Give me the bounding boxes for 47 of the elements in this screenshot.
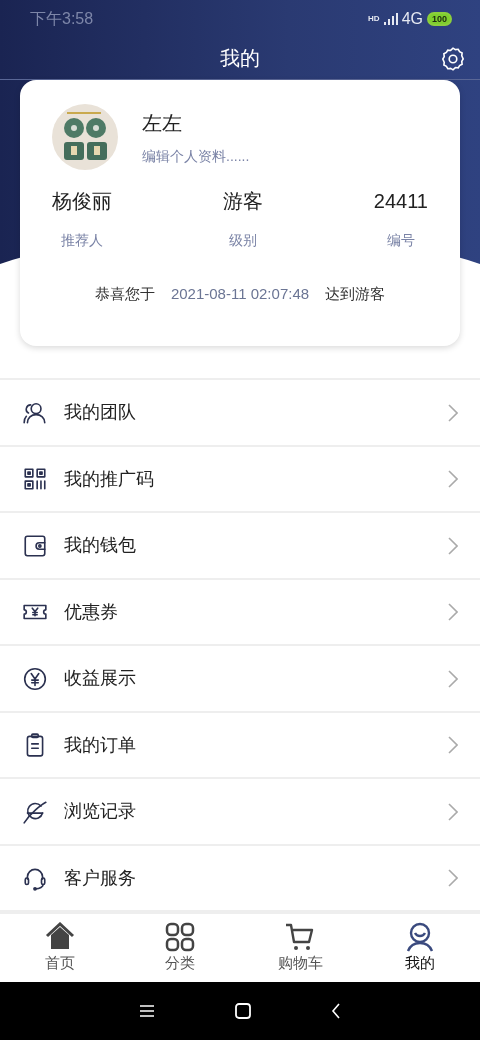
tab-item[interactable]: 我的 bbox=[360, 914, 480, 983]
signal-icon bbox=[383, 12, 398, 25]
chevron-right-icon bbox=[448, 802, 458, 821]
tab-item[interactable]: 购物车 bbox=[240, 914, 360, 983]
chevron-right-icon bbox=[448, 536, 458, 555]
achievement-text: 达到游客 bbox=[325, 284, 386, 302]
chevron-right-icon bbox=[448, 603, 458, 622]
page-title: 我的 bbox=[220, 46, 260, 72]
chevron-right-icon bbox=[448, 736, 458, 755]
qr-code-icon bbox=[22, 466, 48, 493]
stat-value: 24411 bbox=[373, 188, 428, 214]
wallet-icon bbox=[22, 532, 48, 559]
chevron-right-icon bbox=[448, 669, 458, 688]
user-icon bbox=[405, 921, 435, 952]
back-icon[interactable] bbox=[331, 1003, 341, 1020]
status-time: 下午3:58 bbox=[30, 8, 94, 29]
menu-item[interactable]: 收益展示 bbox=[0, 646, 480, 713]
tab-item[interactable]: 分类 bbox=[120, 914, 240, 983]
stat-value: 游客 bbox=[222, 188, 263, 214]
grid-icon bbox=[165, 921, 195, 952]
house-icon bbox=[45, 921, 75, 952]
edit-profile-link[interactable]: 编辑个人资料...... bbox=[142, 145, 250, 167]
stat-label: 编号 bbox=[385, 230, 416, 250]
menu-item[interactable]: 我的钱包 bbox=[0, 513, 480, 580]
settings-button[interactable] bbox=[440, 45, 466, 72]
yen-coin-icon bbox=[22, 665, 48, 692]
menu-item[interactable]: 客户服务 bbox=[0, 845, 480, 913]
menu-icon[interactable] bbox=[139, 1004, 155, 1019]
congrats-text: 恭喜您于 bbox=[94, 284, 155, 302]
tab-item[interactable]: 首页 bbox=[0, 914, 120, 983]
chevron-right-icon bbox=[448, 869, 458, 888]
stat-label: 级别 bbox=[227, 230, 258, 250]
menu-item[interactable]: 优惠券 bbox=[0, 579, 480, 647]
home-square-icon[interactable] bbox=[235, 1003, 251, 1020]
chevron-right-icon bbox=[448, 403, 458, 422]
menu-item[interactable]: 我的推广码 bbox=[0, 446, 480, 514]
cart-icon bbox=[285, 921, 315, 952]
achievement-date: 2021-08-11 02:07:48 bbox=[170, 284, 310, 302]
chevron-right-icon bbox=[448, 470, 458, 489]
stat-value: 杨俊丽 bbox=[52, 188, 112, 214]
user-nickname: 左左 bbox=[142, 110, 183, 136]
menu-item[interactable]: 浏览记录 bbox=[0, 779, 480, 846]
network-label: 4G bbox=[401, 8, 423, 29]
menu-item[interactable]: 我的订单 bbox=[0, 712, 480, 780]
stat-label: 推荐人 bbox=[60, 230, 104, 250]
hd-indicator: HD bbox=[368, 14, 380, 23]
menu-item[interactable]: 我的团队 bbox=[0, 380, 480, 447]
